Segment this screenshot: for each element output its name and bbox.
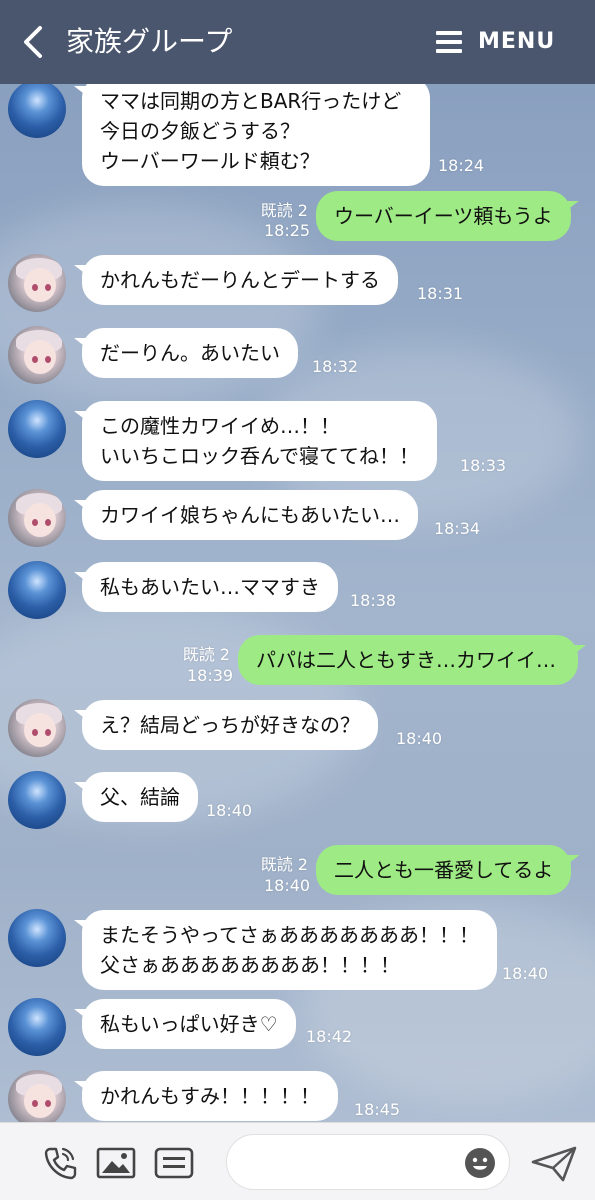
- message-time: 18:42: [306, 1027, 353, 1046]
- message-text: かれんもだーりんとデートする: [100, 268, 380, 292]
- read-receipt: 既読 2: [260, 855, 308, 874]
- message-time: 18:38: [350, 591, 397, 610]
- message-text: またそうやってさぁあああああああ！！！: [100, 923, 479, 947]
- message-text: 私もいっぱい好き♡: [100, 1012, 278, 1036]
- phone-icon[interactable]: [42, 1145, 78, 1181]
- message-text: え？結局どっちが好きなの？: [100, 713, 360, 737]
- girl-avatar[interactable]: [8, 254, 66, 312]
- message-time: 18:40: [396, 729, 443, 748]
- message-bubble-outgoing[interactable]: ウーバーイーツ頼もうよ: [316, 191, 571, 241]
- message-text: ウーバーワールド頼む？: [100, 149, 320, 173]
- chat-title: 家族グループ: [66, 25, 233, 58]
- message-text: いいちこロック呑んで寝ててね！！: [100, 444, 419, 468]
- earth-avatar[interactable]: [8, 998, 66, 1056]
- message-time: 18:25: [264, 221, 311, 240]
- message-text: カワイイ娘ちゃんにもあいたい…: [100, 503, 400, 527]
- message-text: パパは二人ともすき…カワイイ…: [256, 648, 556, 672]
- earth-avatar[interactable]: [8, 561, 66, 619]
- chat-timeline[interactable]: ママは同期の方とBAR行ったけど 今日の夕飯どうする？ ウーバーワールド頼む？ …: [0, 84, 595, 1122]
- message-time: 18:34: [434, 519, 481, 538]
- message-bubble-incoming[interactable]: カワイイ娘ちゃんにもあいたい…: [82, 490, 418, 540]
- message-time: 18:31: [417, 284, 464, 303]
- girl-avatar[interactable]: [8, 489, 66, 547]
- message-text: ママは同期の方とBAR行ったけど: [100, 89, 402, 113]
- message-bubble-incoming[interactable]: かれんもすみ！！！！！: [82, 1071, 338, 1121]
- message-text: 父さぁああああああああ！！！！: [100, 953, 400, 977]
- message-bubble-incoming[interactable]: またそうやってさぁあああああああ！！！ 父さぁああああああああ！！！！: [82, 910, 497, 990]
- earth-avatar[interactable]: [8, 84, 66, 138]
- message-bubble-incoming[interactable]: え？結局どっちが好きなの？: [82, 700, 378, 750]
- message-text: だーりん。あいたい: [100, 341, 280, 365]
- message-text: この魔性カワイイめ…！！: [100, 414, 340, 438]
- keyboard-icon[interactable]: [154, 1147, 194, 1179]
- earth-avatar[interactable]: [8, 909, 66, 967]
- menu-button[interactable]: MENU: [478, 26, 555, 58]
- message-time: 18:45: [354, 1100, 401, 1119]
- message-bubble-incoming[interactable]: 私もいっぱい好き♡: [82, 999, 296, 1049]
- message-time: 18:40: [264, 876, 311, 895]
- read-receipt: 既読 2: [260, 201, 308, 220]
- chat-header: 家族グループ MENU: [0, 0, 595, 84]
- girl-avatar[interactable]: [8, 326, 66, 384]
- message-time: 18:40: [502, 964, 549, 983]
- message-bubble-incoming[interactable]: 私もあいたい…ママすき: [82, 562, 338, 612]
- message-time: 18:33: [460, 456, 507, 475]
- earth-avatar[interactable]: [8, 771, 66, 829]
- message-bubble-incoming[interactable]: この魔性カワイイめ…！！ いいちこロック呑んで寝ててね！！: [82, 401, 437, 481]
- girl-avatar[interactable]: [8, 699, 66, 757]
- read-receipt: 既読 2: [182, 645, 230, 664]
- message-time: 18:39: [187, 666, 234, 685]
- message-bubble-outgoing[interactable]: パパは二人ともすき…カワイイ…: [238, 635, 578, 685]
- message-text: ウーバーイーツ頼もうよ: [334, 204, 553, 228]
- send-icon[interactable]: [530, 1145, 578, 1183]
- message-bubble-incoming[interactable]: かれんもだーりんとデートする: [82, 255, 398, 305]
- image-icon[interactable]: [96, 1147, 136, 1179]
- emoji-icon[interactable]: [464, 1147, 496, 1179]
- message-text: 私もあいたい…ママすき: [100, 575, 320, 599]
- message-text: かれんもすみ！！！！！: [100, 1084, 320, 1108]
- message-bubble-incoming[interactable]: ママは同期の方とBAR行ったけど 今日の夕飯どうする？ ウーバーワールド頼む？: [82, 84, 430, 186]
- message-time: 18:32: [312, 357, 359, 376]
- message-text: 今日の夕飯どうする？: [100, 119, 300, 143]
- message-text: 父、結論: [100, 785, 180, 809]
- message-input-bar: [0, 1122, 595, 1200]
- back-arrow-icon[interactable]: [20, 24, 46, 60]
- message-bubble-incoming[interactable]: 父、結論: [82, 772, 198, 822]
- message-time: 18:40: [206, 801, 253, 820]
- message-bubble-incoming[interactable]: だーりん。あいたい: [82, 328, 298, 378]
- girl-avatar[interactable]: [8, 1070, 66, 1122]
- message-time: 18:24: [438, 156, 485, 175]
- message-text: 二人とも一番愛してるよ: [334, 858, 554, 882]
- message-bubble-outgoing[interactable]: 二人とも一番愛してるよ: [316, 845, 572, 895]
- menu-icon[interactable]: [436, 30, 462, 54]
- earth-avatar[interactable]: [8, 400, 66, 458]
